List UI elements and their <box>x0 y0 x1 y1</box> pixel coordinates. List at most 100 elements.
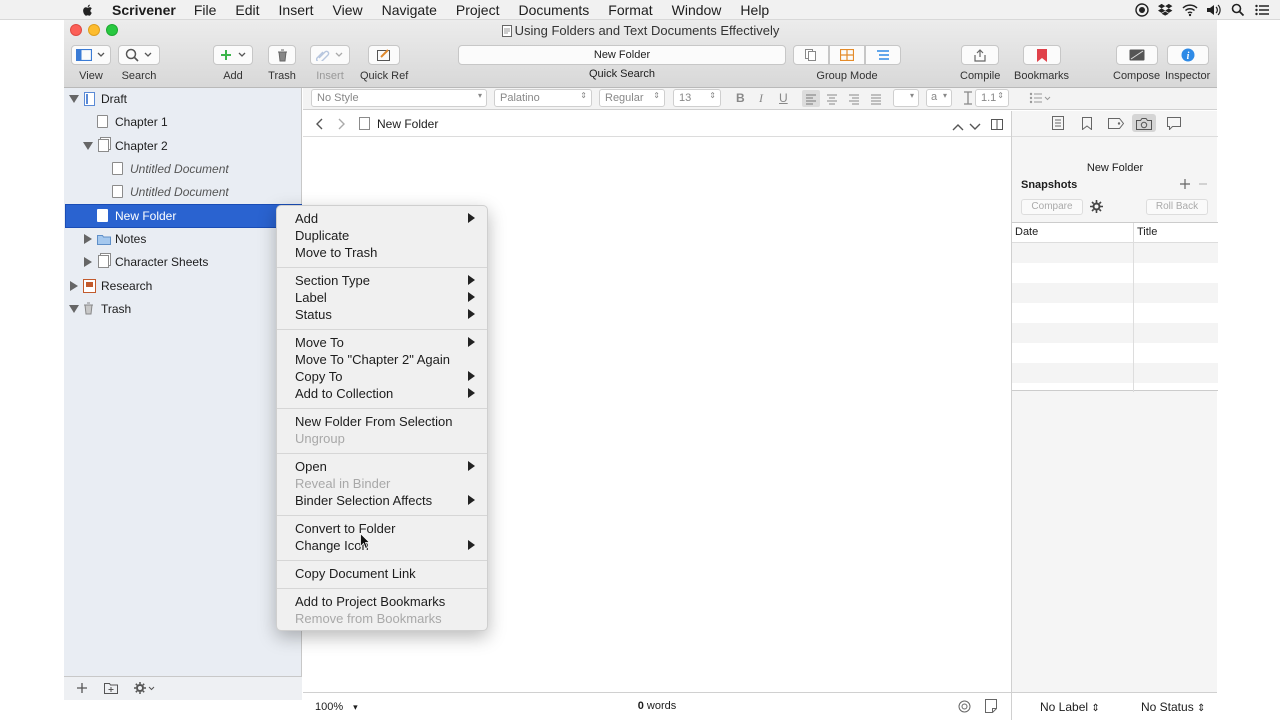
view-button[interactable] <box>71 45 111 65</box>
menu-file[interactable]: File <box>194 2 217 18</box>
menu-view[interactable]: View <box>333 2 363 18</box>
quick-ref-button[interactable] <box>368 45 401 65</box>
menu-item-add[interactable]: Add <box>277 210 487 227</box>
add-folder-icon[interactable] <box>104 682 118 697</box>
menu-item-move-to-trash[interactable]: Move to Trash <box>277 244 487 261</box>
disclosure-triangle-expanded-icon[interactable] <box>69 94 79 104</box>
menu-format[interactable]: Format <box>608 2 652 18</box>
wifi-icon[interactable] <box>1182 3 1198 17</box>
document-notes-icon[interactable] <box>985 699 997 716</box>
split-editor-icon[interactable] <box>991 118 1003 133</box>
target-icon[interactable] <box>958 700 971 716</box>
bookmarks-button[interactable] <box>1022 45 1061 65</box>
notes-tab-icon[interactable] <box>1050 116 1066 130</box>
style-select[interactable]: No Style ▾ <box>311 89 487 107</box>
binder-item-chapter-1[interactable]: Chapter 1 <box>64 111 302 133</box>
menu-item-move-to[interactable]: Move To <box>277 334 487 351</box>
group-mode-outliner-button[interactable] <box>865 45 901 65</box>
apple-icon[interactable] <box>81 3 95 17</box>
roll-back-button[interactable]: Roll Back <box>1146 199 1208 215</box>
label-select[interactable]: No Label ⇕ <box>1040 700 1100 714</box>
menu-item-convert-to-folder[interactable]: Convert to Folder <box>277 520 487 537</box>
align-center-icon[interactable] <box>825 90 839 110</box>
status-select[interactable]: No Status ⇕ <box>1141 700 1205 714</box>
volume-icon[interactable] <box>1206 3 1222 17</box>
column-header-title[interactable]: Title <box>1137 226 1157 238</box>
menu-item-move-to-again[interactable]: Move To "Chapter 2" Again <box>277 351 487 368</box>
metadata-tab-icon[interactable] <box>1108 116 1124 130</box>
search-button[interactable] <box>118 45 160 65</box>
snapshots-table[interactable]: Date Title <box>1012 222 1218 392</box>
font-size-select[interactable]: 13 ⇕ <box>673 89 721 107</box>
binder-item-chapter-2[interactable]: Chapter 2 <box>64 135 302 157</box>
binder-item-untitled-document[interactable]: Untitled Document <box>64 181 302 203</box>
compile-button[interactable] <box>961 45 1000 65</box>
dropbox-icon[interactable] <box>1158 3 1174 17</box>
highlight-color-select[interactable]: ▾ a <box>926 89 952 107</box>
snapshots-tab-icon[interactable] <box>1132 114 1156 132</box>
app-menu[interactable]: Scrivener <box>112 2 176 18</box>
quick-search-field[interactable]: New Folder <box>458 45 786 65</box>
underline-button[interactable]: U <box>779 91 788 105</box>
list-icon[interactable] <box>1029 92 1053 107</box>
compare-button[interactable]: Compare <box>1021 199 1083 215</box>
editor-doc-title[interactable]: New Folder <box>377 117 438 131</box>
menu-item-label[interactable]: Label <box>277 289 487 306</box>
disclosure-triangle-expanded-icon[interactable] <box>69 304 79 314</box>
add-snapshot-button[interactable] <box>1179 178 1191 193</box>
align-right-icon[interactable] <box>847 90 861 110</box>
record-icon[interactable] <box>1134 3 1150 17</box>
document-proxy-icon[interactable] <box>501 25 512 37</box>
binder-item-draft[interactable]: Draft <box>64 88 302 110</box>
bookmarks-tab-icon[interactable] <box>1079 116 1095 130</box>
weight-select[interactable]: Regular ⇕ <box>599 89 665 107</box>
disclosure-triangle-expanded-icon[interactable] <box>83 141 93 151</box>
disclosure-triangle-collapsed-icon[interactable] <box>83 257 93 267</box>
menu-insert[interactable]: Insert <box>279 2 314 18</box>
disclosure-triangle-collapsed-icon[interactable] <box>69 281 79 291</box>
menu-item-copy-to[interactable]: Copy To <box>277 368 487 385</box>
menu-project[interactable]: Project <box>456 2 500 18</box>
trash-button[interactable] <box>268 45 296 65</box>
binder-item-notes[interactable]: Notes <box>64 228 302 250</box>
comments-tab-icon[interactable] <box>1166 116 1182 130</box>
group-mode-scrivenings-button[interactable] <box>793 45 829 65</box>
menu-item-change-icon[interactable]: Change Icon <box>277 537 487 554</box>
menu-documents[interactable]: Documents <box>518 2 589 18</box>
menu-item-section-type[interactable]: Section Type <box>277 272 487 289</box>
next-document-icon[interactable] <box>969 119 981 134</box>
font-select[interactable]: Palatino ⇕ <box>494 89 592 107</box>
menu-item-new-folder-from-selection[interactable]: New Folder From Selection <box>277 413 487 430</box>
gear-icon[interactable] <box>134 682 156 697</box>
menu-item-status[interactable]: Status <box>277 306 487 323</box>
add-button[interactable] <box>213 45 253 65</box>
binder-item-untitled-document[interactable]: Untitled Document <box>64 158 302 180</box>
group-mode-corkboard-button[interactable] <box>829 45 865 65</box>
insert-button[interactable] <box>310 45 350 65</box>
line-spacing-icon[interactable] <box>963 91 973 108</box>
menu-item-binder-selection-affects[interactable]: Binder Selection Affects <box>277 492 487 509</box>
remove-snapshot-button[interactable] <box>1198 178 1208 193</box>
binder-item-new-folder[interactable]: New Folder <box>65 204 302 228</box>
disclosure-triangle-collapsed-icon[interactable] <box>83 234 93 244</box>
menu-navigate[interactable]: Navigate <box>382 2 437 18</box>
menu-help[interactable]: Help <box>740 2 769 18</box>
notification-center-icon[interactable] <box>1254 3 1270 17</box>
column-header-date[interactable]: Date <box>1015 226 1038 238</box>
italic-button[interactable]: I <box>759 91 763 106</box>
menu-item-open[interactable]: Open <box>277 458 487 475</box>
binder-item-research[interactable]: Research <box>64 275 302 297</box>
menu-item-add-to-project-bookmarks[interactable]: Add to Project Bookmarks <box>277 593 487 610</box>
text-color-select[interactable]: ▾ <box>893 89 919 107</box>
align-justify-icon[interactable] <box>869 90 883 110</box>
binder-item-character-sheets[interactable]: Character Sheets <box>64 251 302 273</box>
menu-item-add-to-collection[interactable]: Add to Collection <box>277 385 487 402</box>
binder-item-trash[interactable]: Trash <box>64 298 302 320</box>
bold-button[interactable]: B <box>736 91 745 105</box>
align-left-icon[interactable] <box>802 90 820 107</box>
line-spacing-select[interactable]: 1.1 ⇕ <box>975 89 1009 107</box>
menu-item-duplicate[interactable]: Duplicate <box>277 227 487 244</box>
add-item-icon[interactable] <box>76 682 88 697</box>
menu-edit[interactable]: Edit <box>235 2 259 18</box>
menu-window[interactable]: Window <box>672 2 722 18</box>
